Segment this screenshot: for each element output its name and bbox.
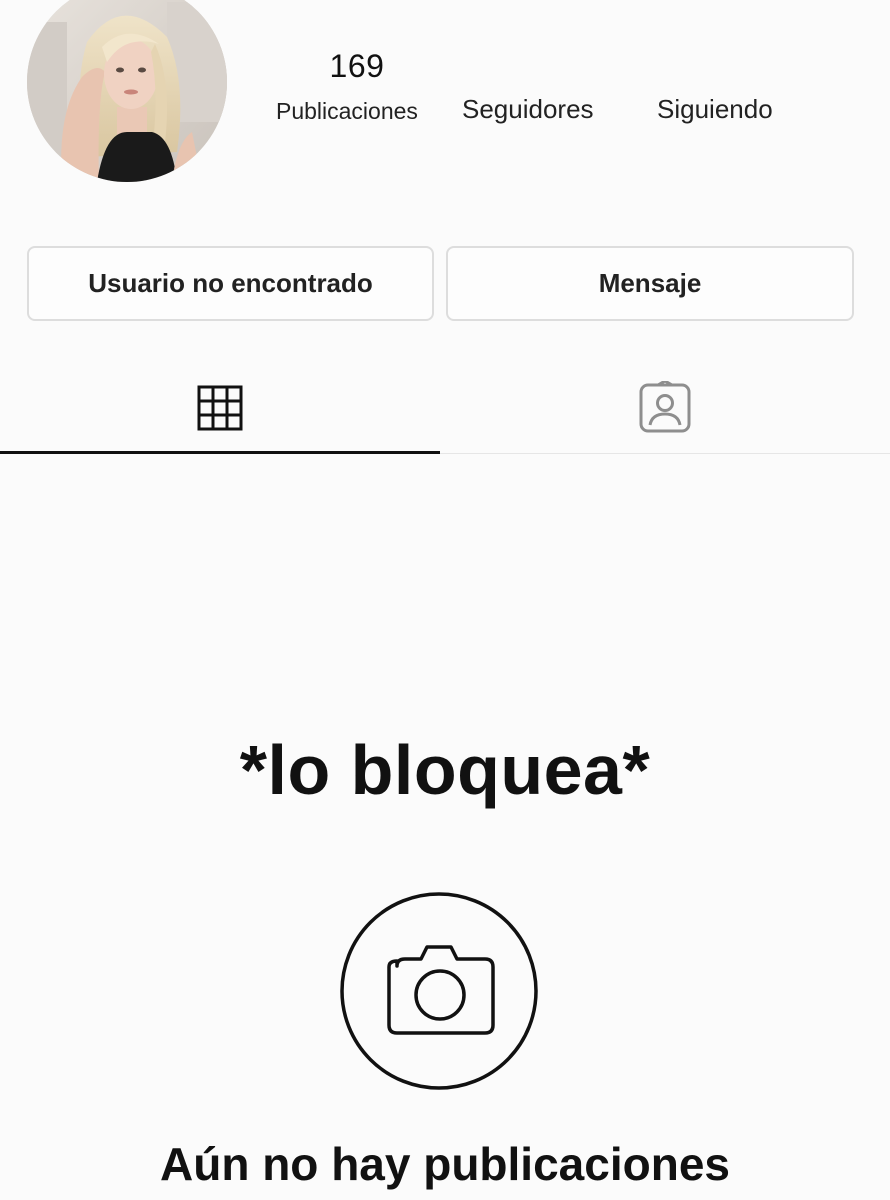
- tab-posts-grid[interactable]: [0, 360, 440, 455]
- message-button[interactable]: Mensaje: [446, 246, 854, 321]
- empty-state-text: Aún no hay publicaciones: [160, 1138, 730, 1190]
- following-label[interactable]: Siguiendo: [657, 94, 773, 125]
- user-not-found-label: Usuario no encontrado: [88, 268, 373, 298]
- active-tab-indicator: [0, 451, 440, 454]
- followers-label[interactable]: Seguidores: [462, 94, 594, 125]
- tab-tagged[interactable]: [440, 360, 890, 455]
- message-label: Mensaje: [598, 268, 702, 298]
- posts-label[interactable]: Publicaciones: [276, 98, 418, 125]
- profile-photo-icon: [27, 0, 227, 182]
- empty-state-camera: [339, 891, 539, 1091]
- meme-caption: *lo bloquea*: [239, 731, 651, 809]
- user-not-found-button[interactable]: Usuario no encontrado: [27, 246, 434, 321]
- profile-page: 169 Publicaciones Seguidores Siguiendo U…: [0, 0, 890, 1200]
- camera-icon: [340, 892, 538, 1090]
- tagged-person-icon: [639, 380, 691, 432]
- avatar[interactable]: [27, 0, 227, 182]
- posts-count: 169: [329, 48, 385, 84]
- grid-icon: [197, 385, 243, 430]
- tab-divider: [440, 453, 890, 454]
